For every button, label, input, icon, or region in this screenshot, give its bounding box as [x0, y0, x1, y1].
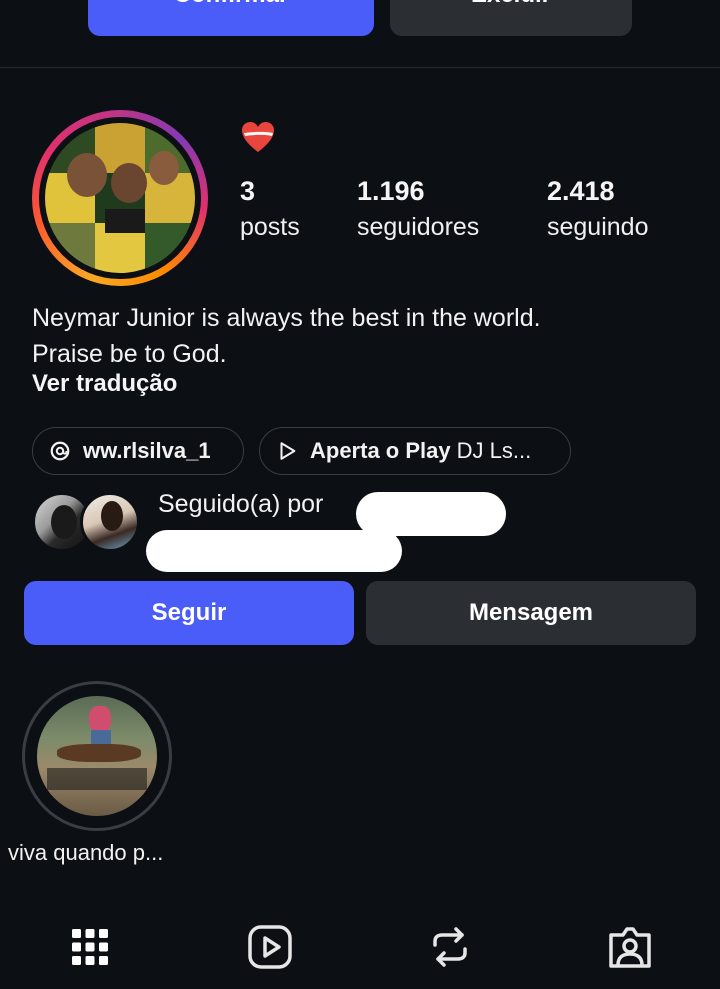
threads-icon — [50, 441, 70, 461]
followers-count-value: 1.196 — [357, 176, 425, 206]
posts-count-label: posts — [240, 213, 300, 241]
posts-count-value: 3 — [240, 176, 256, 206]
threads-handle: ww.rlsilva_1 — [83, 438, 211, 463]
delete-button-label: Excluir — [471, 0, 551, 8]
following-count[interactable]: 2.418 seguindo — [547, 176, 648, 242]
highlight-cover — [37, 696, 157, 816]
top-actions-bar: Confirmar Excluir — [0, 0, 720, 68]
avatar-photo — [45, 123, 195, 273]
followers-count[interactable]: 1.196 seguidores — [357, 176, 479, 242]
profile-bio: Neymar Junior is always the best in the … — [32, 300, 692, 372]
music-link-chip[interactable]: Aperta o Play DJ Ls... — [259, 427, 571, 475]
play-icon — [280, 442, 296, 460]
following-count-value: 2.418 — [547, 176, 615, 206]
followed-by-text[interactable]: Seguido(a) por — [158, 490, 323, 519]
music-artist: DJ Ls... — [456, 438, 532, 463]
redaction-mark — [146, 530, 402, 572]
profile-tab-bar — [0, 905, 720, 989]
heart-emoji-icon — [242, 122, 274, 152]
confirm-button-label: Confirmar — [174, 0, 289, 8]
story-highlight[interactable] — [22, 681, 172, 831]
reposts-icon[interactable] — [426, 923, 474, 971]
followers-count-label: seguidores — [357, 213, 480, 241]
profile-avatar[interactable] — [32, 110, 208, 286]
follow-button[interactable]: Seguir — [24, 581, 354, 645]
tagged-icon[interactable] — [606, 923, 654, 971]
bio-line-1: Neymar Junior is always the best in the … — [32, 304, 541, 332]
follower-avatar[interactable] — [80, 492, 140, 552]
bio-line-2: Praise be to God. — [32, 340, 227, 368]
following-count-label: seguindo — [547, 213, 649, 241]
highlight-label: viva quando p... — [8, 840, 164, 865]
reels-icon[interactable] — [246, 923, 294, 971]
message-button[interactable]: Mensagem — [366, 581, 696, 645]
posts-count[interactable]: 3 posts — [240, 176, 300, 242]
music-title: Aperta o Play — [310, 438, 451, 463]
see-translation-link[interactable]: Ver tradução — [32, 370, 177, 398]
grid-icon[interactable] — [66, 923, 114, 971]
confirm-button[interactable]: Confirmar — [88, 0, 374, 36]
threads-link-chip[interactable]: ww.rlsilva_1 — [32, 427, 244, 475]
delete-button[interactable]: Excluir — [390, 0, 632, 36]
